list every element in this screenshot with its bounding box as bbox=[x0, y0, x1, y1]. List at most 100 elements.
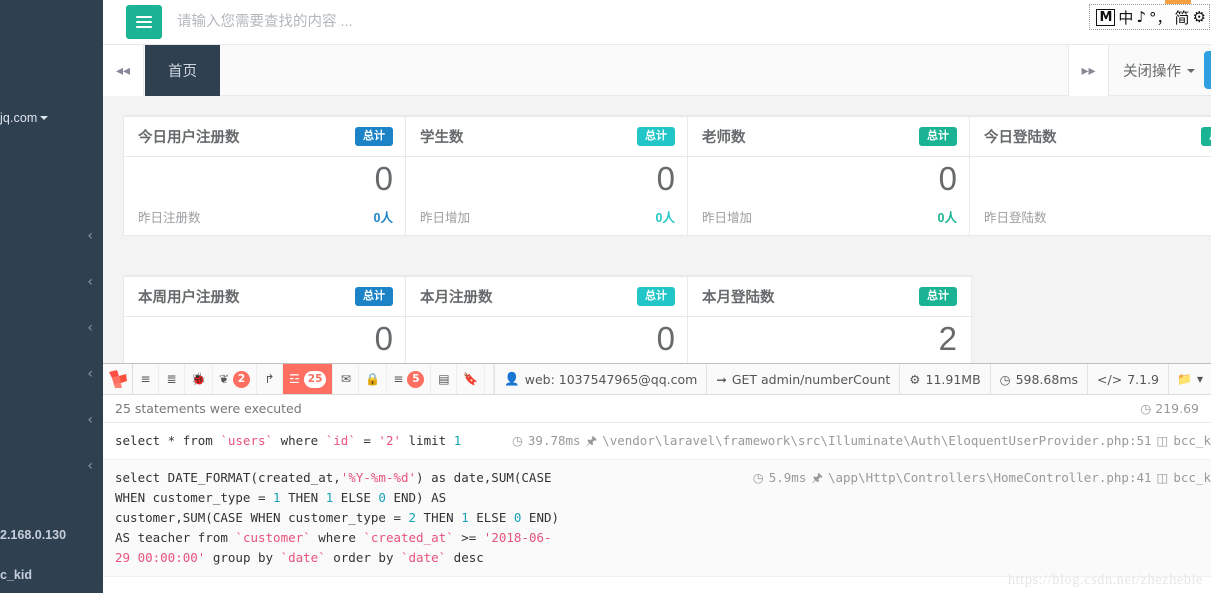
debugbar-query-time: 5.9ms bbox=[768, 470, 807, 485]
stat-card-title: 今日用户注册数 bbox=[138, 130, 240, 146]
debugbar-tab-timeline[interactable]: ≣ bbox=[159, 364, 185, 394]
debugbar-open-button[interactable]: 📁 ▾ bbox=[1168, 364, 1211, 394]
envelope-icon: ✉ bbox=[340, 372, 351, 386]
debugbar-php-label: 7.1.9 bbox=[1127, 371, 1160, 387]
debugbar-status-line: 25 statements were executed ◷ 219.69 bbox=[103, 395, 1211, 423]
user-icon: 👤 bbox=[504, 371, 520, 386]
sidebar-item-4[interactable]: ‹ bbox=[0, 364, 103, 384]
status-badge: 总计 bbox=[355, 287, 393, 306]
stat-card-sub-label: 昨日注册数 bbox=[138, 211, 201, 225]
folder-icon: 📁 bbox=[1177, 372, 1192, 386]
ime-simplified-toggle[interactable]: 简 bbox=[1175, 7, 1190, 28]
debugbar-tab-route[interactable]: ↱ bbox=[257, 364, 284, 394]
debugbar-query-meta: ◷ 5.9ms 🖈 \app\Http\Controllers\HomeCont… bbox=[753, 468, 1211, 488]
close-operations-label: 关闭操作 bbox=[1123, 64, 1181, 80]
debugbar-tab-session[interactable]: ≡ 5 bbox=[387, 364, 432, 394]
arrow-icon: ➞ bbox=[716, 371, 727, 387]
ime-mode-chinese[interactable]: 中 bbox=[1118, 7, 1133, 28]
debugbar-auth-info[interactable]: 👤 web: 1037547965@qq.com bbox=[494, 364, 706, 394]
stat-card-title: 学生数 bbox=[420, 130, 464, 146]
pin-icon: 🖈 bbox=[811, 470, 823, 485]
stat-card-body: 0 昨日增加 0人 bbox=[688, 157, 971, 235]
debugbar-query-db: bcc_k bbox=[1173, 470, 1211, 485]
sidebar-toggle-button[interactable] bbox=[126, 5, 162, 39]
sidebar-item-5[interactable]: ‹ bbox=[0, 410, 103, 430]
debugbar-query-file[interactable]: \app\Http\Controllers\HomeController.php… bbox=[828, 468, 1152, 488]
close-operations-dropdown[interactable]: 关闭操作 bbox=[1109, 45, 1209, 96]
gear-icon[interactable]: ⚙ bbox=[1193, 8, 1206, 26]
stat-card-sub-value: 0人 bbox=[655, 211, 675, 225]
sidebar-item-6[interactable]: ‹ bbox=[0, 456, 103, 476]
debugbar-tab-mails[interactable]: ✉ bbox=[333, 364, 360, 394]
sidebar-user-email-text: jq.com bbox=[0, 111, 38, 125]
stat-card-header: 本月登陆数 总计 bbox=[688, 277, 971, 317]
clock-icon: ◷ bbox=[999, 371, 1011, 387]
stat-card: 今日登陆数 总计 1 昨日登陆数 1人 bbox=[969, 115, 1211, 236]
stat-card-sub-label: 昨日增加 bbox=[702, 211, 753, 225]
ime-moon-icon[interactable]: ♪ bbox=[1136, 8, 1146, 26]
status-badge: 总计 bbox=[355, 127, 393, 146]
sidebar-user-email[interactable]: jq.com bbox=[0, 111, 49, 125]
chevron-left-icon: ‹ bbox=[87, 320, 93, 336]
tab-home[interactable]: 首页 bbox=[145, 45, 220, 96]
debugbar-php-info[interactable]: </> 7.1.9 bbox=[1087, 364, 1168, 394]
stat-card-title: 本月注册数 bbox=[420, 290, 493, 306]
debugbar-tab-queries[interactable]: ☲ 25 bbox=[283, 364, 334, 394]
stat-card-header: 老师数 总计 bbox=[688, 117, 971, 157]
debugbar-tab-messages[interactable]: ≡ bbox=[133, 364, 159, 394]
stat-card-title: 本周用户注册数 bbox=[138, 290, 240, 306]
ime-toolbar[interactable]: M 中 ♪ °， 简 ⚙ bbox=[1089, 4, 1210, 30]
debugbar-query-file[interactable]: \vendor\laravel\framework\src\Illuminate… bbox=[602, 431, 1151, 451]
debugbar-query-row[interactable]: select DATE_FORMAT(created_at,'%Y-%m-%d'… bbox=[103, 460, 1211, 577]
stat-card-title: 本月登陆数 bbox=[702, 290, 775, 306]
debugbar-tab-request[interactable]: ▤ bbox=[431, 364, 458, 394]
status-badge: 总计 bbox=[637, 127, 675, 146]
double-chevron-left-icon: ◂◂ bbox=[115, 62, 131, 79]
sidebar-item-1[interactable]: ‹ bbox=[0, 226, 103, 246]
pin-icon: 🖈 bbox=[585, 433, 598, 448]
debugbar-queries-count: 25 bbox=[303, 370, 327, 388]
debugbar-time-label: 598.68ms bbox=[1015, 371, 1079, 387]
sidebar-user-panel[interactable]: jq.com bbox=[0, 0, 103, 148]
tag-icon: 🔖 bbox=[463, 372, 479, 386]
debugbar-query-row[interactable]: select * from `users` where `id` = '2' l… bbox=[103, 423, 1211, 460]
sidebar-database-name: c_kid bbox=[0, 568, 32, 582]
chevron-down-icon: ▾ bbox=[1196, 372, 1203, 386]
debugbar-query-sql: select * from `users` where `id` = '2' l… bbox=[115, 433, 462, 448]
search-input[interactable] bbox=[177, 7, 607, 37]
status-badge: 总计 bbox=[637, 287, 675, 306]
laravel-logo-icon[interactable] bbox=[103, 364, 133, 394]
ime-logo-icon[interactable]: M bbox=[1096, 8, 1116, 26]
stat-card-header: 今日登陆数 总计 bbox=[970, 117, 1211, 157]
debugbar-tab-exceptions[interactable]: 🐞 bbox=[185, 364, 213, 394]
gears-icon: ⚙ bbox=[909, 371, 921, 387]
stat-card: 今日用户注册数 总计 0 昨日注册数 0人 bbox=[123, 115, 408, 236]
leaf-icon: ❦ bbox=[218, 372, 230, 386]
stat-card: 学生数 总计 0 昨日增加 0人 bbox=[405, 115, 690, 236]
debugbar-tab-labels[interactable]: 🔖 bbox=[457, 364, 486, 394]
refresh-button[interactable]: ⟲ bbox=[1204, 51, 1211, 89]
debugbar-time-info[interactable]: ◷ 598.68ms bbox=[989, 364, 1087, 394]
tab-scroll-left-button[interactable]: ◂◂ bbox=[103, 45, 144, 96]
tab-scroll-right-button[interactable]: ▸▸ bbox=[1068, 45, 1109, 96]
chevron-left-icon: ‹ bbox=[87, 412, 93, 428]
stat-card-title: 老师数 bbox=[702, 130, 746, 146]
sidebar-item-2[interactable]: ‹ bbox=[0, 272, 103, 292]
ime-punctuation-icon[interactable]: °， bbox=[1149, 7, 1172, 28]
debugbar-toolbar: ≡ ≣ 🐞 ❦ 2 ↱ ☲ 25 ✉ 🔒 ≡ 5 ▤ 🔖 👤 web: 1037547… bbox=[103, 364, 1211, 395]
debugbar-route-info[interactable]: ➞ GET admin/numberCount bbox=[706, 364, 899, 394]
stat-card-body: 1 昨日登陆数 1人 bbox=[970, 157, 1211, 235]
stat-card-value: 0 bbox=[374, 320, 393, 357]
debugbar-tab-views[interactable]: ❦ 2 bbox=[213, 364, 258, 394]
debugbar-query-meta: ◷ 39.78ms 🖈 \vendor\laravel\framework\sr… bbox=[512, 431, 1211, 451]
sidebar-item-3[interactable]: ‹ bbox=[0, 318, 103, 338]
database-icon: ☲ bbox=[289, 372, 300, 386]
watermark: https://blog.csdn.net/zhezhebie bbox=[1007, 572, 1203, 588]
stat-card-header: 本月注册数 总计 bbox=[406, 277, 689, 317]
debugbar-auth-label: web: 1037547965@qq.com bbox=[524, 371, 698, 387]
debugbar-query-db: bcc_k bbox=[1173, 433, 1211, 448]
debugbar-tab-auth[interactable]: 🔒 bbox=[359, 364, 388, 394]
tab-home-label: 首页 bbox=[168, 64, 197, 80]
debugbar-status-text: 25 statements were executed bbox=[115, 401, 302, 416]
debugbar-memory-info[interactable]: ⚙ 11.91MB bbox=[899, 364, 989, 394]
